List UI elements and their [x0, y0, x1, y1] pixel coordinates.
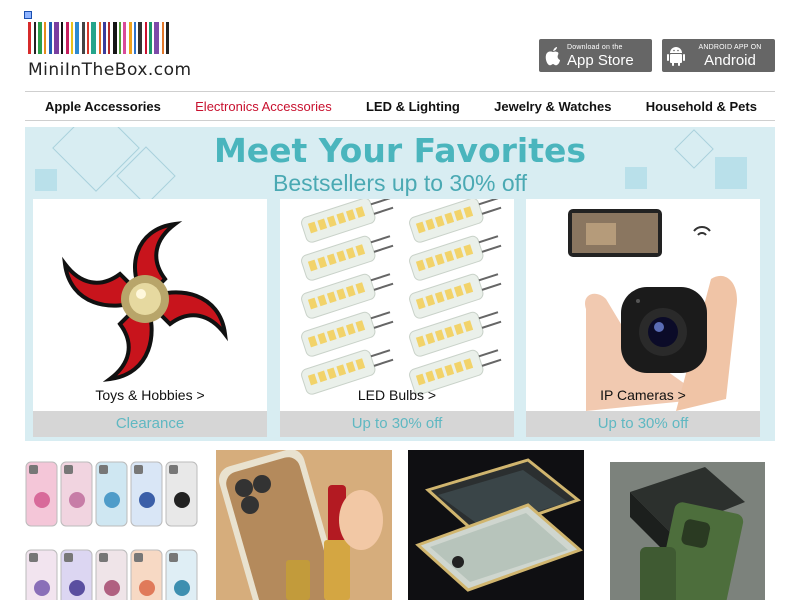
barcode-stripe	[119, 22, 121, 54]
ip-camera-image	[526, 199, 760, 411]
broken-image-icon	[24, 11, 32, 19]
category-card-led[interactable]: LED Bulbs > Up to 30% off	[280, 199, 514, 437]
barcode-stripe	[166, 22, 169, 54]
barcode-stripe	[138, 22, 142, 54]
barcode-stripe	[54, 22, 59, 54]
phone-case	[60, 461, 93, 527]
card-promo: Up to 30% off	[280, 411, 514, 437]
phone-case	[165, 461, 198, 527]
card-label[interactable]: Toys & Hobbies >	[33, 387, 267, 403]
phone-case	[25, 461, 58, 527]
product-thumb-mirror-case[interactable]	[216, 450, 392, 600]
android-label: Android	[704, 51, 756, 69]
category-nav: Apple Accessories Electronics Accessorie…	[25, 91, 775, 121]
nav-jewelry-watches[interactable]: Jewelry & Watches	[494, 99, 611, 114]
android-icon	[662, 45, 690, 67]
barcode-graphic	[28, 22, 216, 54]
banner-title: Meet Your Favorites	[213, 131, 587, 170]
logo-text: MiniInTheBox.com	[28, 60, 192, 80]
led-bulb	[301, 199, 394, 243]
nav-household-pets[interactable]: Household & Pets	[646, 99, 757, 114]
android-small-text: ANDROID APP ON	[698, 43, 762, 51]
card-promo: Up to 30% off	[526, 411, 760, 437]
barcode-stripe	[61, 22, 63, 54]
phone-case	[165, 549, 198, 600]
barcode-stripe	[123, 22, 126, 54]
card-label[interactable]: LED Bulbs >	[280, 387, 514, 403]
phone-case	[25, 549, 58, 600]
nav-apple-accessories[interactable]: Apple Accessories	[45, 99, 161, 114]
barcode-stripe	[162, 22, 164, 54]
barcode-stripe	[129, 22, 132, 54]
nav-led-lighting[interactable]: LED & Lighting	[366, 99, 460, 114]
fidget-spinner-image	[33, 199, 267, 411]
barcode-stripe	[28, 22, 31, 54]
phone-case	[60, 549, 93, 600]
barcode-stripe	[66, 22, 69, 54]
category-card-cameras[interactable]: IP Cameras > Up to 30% off	[526, 199, 760, 437]
phone-case	[95, 549, 128, 600]
barcode-stripe	[87, 22, 89, 54]
barcode-stripe	[34, 22, 36, 54]
product-thumb-green-case[interactable]	[610, 462, 765, 600]
promo-banner[interactable]: Meet Your Favorites Bestsellers up to 30…	[25, 127, 775, 441]
barcode-stripe	[82, 22, 85, 54]
category-card-toys[interactable]: Toys & Hobbies > Clearance	[33, 199, 267, 437]
barcode-stripe	[103, 22, 106, 54]
barcode-stripe	[154, 22, 159, 54]
barcode-stripe	[75, 22, 79, 54]
phone-case	[130, 549, 163, 600]
led-bulb	[409, 199, 502, 243]
android-button[interactable]: ANDROID APP ON Android	[662, 39, 775, 72]
barcode-stripe	[91, 22, 96, 54]
banner-subtitle: Bestsellers up to 30% off	[273, 170, 527, 196]
barcode-stripe	[44, 22, 46, 54]
site-logo[interactable]: MiniInTheBox.com	[28, 22, 216, 80]
app-store-small-text: Download on the	[567, 43, 623, 51]
barcode-stripe	[149, 22, 152, 54]
nav-electronics-accessories[interactable]: Electronics Accessories	[195, 99, 332, 114]
barcode-stripe	[113, 22, 117, 54]
led-bulbs-image	[280, 199, 514, 411]
app-store-button[interactable]: Download on the App Store	[539, 39, 652, 72]
phone-case	[130, 461, 163, 527]
apple-icon	[539, 46, 567, 66]
phone-case	[95, 461, 128, 527]
product-thumb-magnetic-case[interactable]	[408, 450, 584, 600]
product-thumb-phone-cases[interactable]	[25, 450, 200, 600]
barcode-stripe	[71, 22, 73, 54]
card-promo: Clearance	[33, 411, 267, 437]
barcode-stripe	[134, 22, 136, 54]
app-store-label: App Store	[567, 51, 634, 69]
barcode-stripe	[108, 22, 110, 54]
barcode-stripe	[145, 22, 147, 54]
barcode-stripe	[99, 22, 101, 54]
barcode-stripe	[38, 22, 42, 54]
card-label[interactable]: IP Cameras >	[526, 387, 760, 403]
barcode-stripe	[49, 22, 52, 54]
